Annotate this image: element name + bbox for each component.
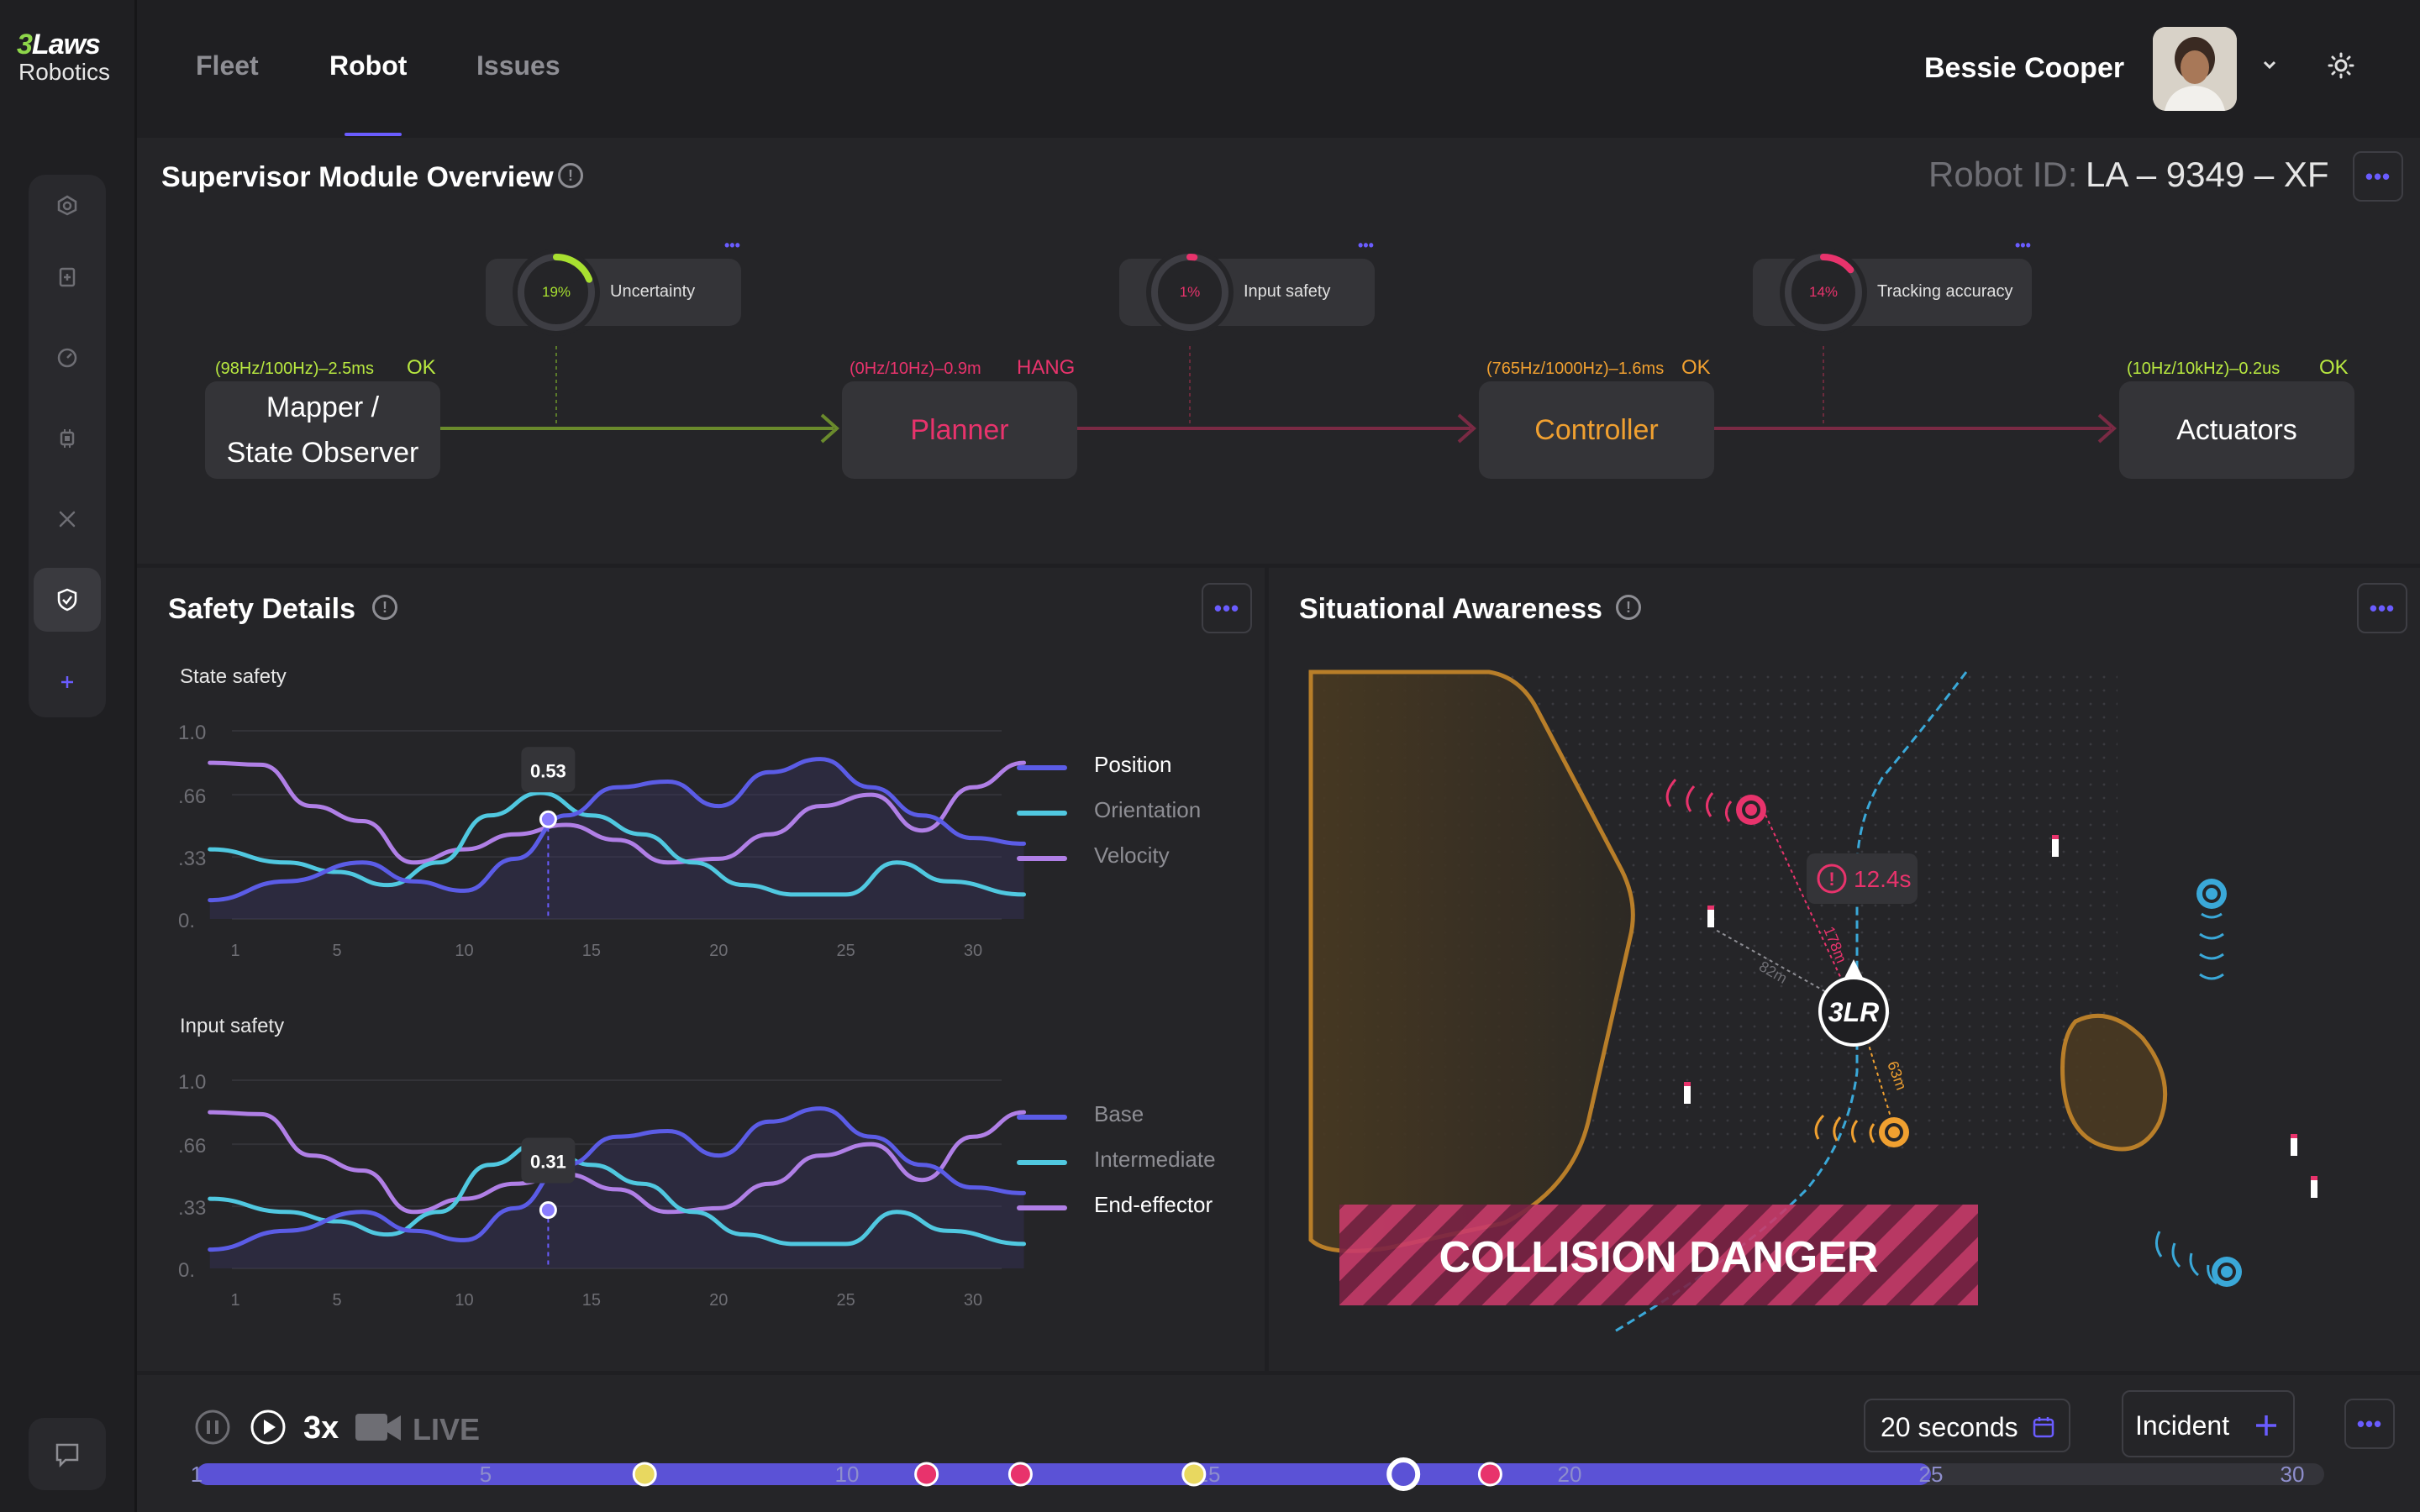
timeline-playhead[interactable] bbox=[1386, 1457, 1421, 1491]
x-tick-label: 10 bbox=[455, 1291, 473, 1310]
more-options-button[interactable]: ••• bbox=[2344, 1399, 2395, 1449]
time-to-collision: 12.4s bbox=[1854, 866, 1912, 892]
legend-swatch bbox=[1017, 1115, 1067, 1120]
timeline-tick: 30 bbox=[2281, 1462, 2305, 1487]
node-status-actuators: OK bbox=[2319, 356, 2349, 379]
legend-label: Position bbox=[1094, 752, 1172, 777]
marker-post bbox=[1707, 906, 1714, 927]
legend-label: Base bbox=[1094, 1101, 1144, 1126]
y-tick-label: .33 bbox=[178, 848, 206, 870]
legend-swatch bbox=[1017, 1160, 1067, 1165]
y-tick-label: 1.0 bbox=[178, 722, 206, 744]
timeline-event-marker[interactable] bbox=[1007, 1462, 1033, 1487]
calendar-icon bbox=[2033, 1417, 2054, 1438]
node-meta-actuators: (10Hz/10kHz)–0.2us bbox=[2127, 360, 2281, 378]
legend-label: Orientation bbox=[1094, 797, 1202, 822]
timeline-tick: 10 bbox=[835, 1462, 860, 1487]
robot-marker-label: 3LR bbox=[1828, 997, 1879, 1027]
tooltip-label: 0.31 bbox=[530, 1152, 566, 1173]
node-status-controller: OK bbox=[1681, 356, 1711, 379]
y-tick-label: .66 bbox=[178, 1135, 206, 1158]
node-meta-controller: (765Hz/1000Hz)–1.6ms bbox=[1486, 360, 1665, 378]
timeline-tick: 5 bbox=[480, 1462, 492, 1487]
gauge-options-icon[interactable]: ••• bbox=[1358, 237, 1374, 255]
x-tick-label: 30 bbox=[964, 1291, 982, 1310]
tooltip-label: 0.53 bbox=[530, 760, 566, 781]
x-tick-label: 15 bbox=[582, 942, 601, 960]
tooltip-point[interactable] bbox=[539, 1201, 557, 1220]
playback-speed[interactable]: 3x bbox=[303, 1410, 339, 1446]
obstacle-pink bbox=[1736, 795, 1766, 825]
timeline-event-marker[interactable] bbox=[914, 1462, 939, 1487]
awareness-map: ! 12.4s 178m 82m 63m 3LR COLLISION DANGE… bbox=[1308, 669, 2317, 1334]
y-tick-label: 1.0 bbox=[178, 1071, 206, 1094]
legend-swatch bbox=[1017, 1205, 1067, 1210]
timeline-progress bbox=[197, 1463, 1931, 1485]
x-tick-label: 30 bbox=[964, 942, 982, 960]
x-tick-label: 25 bbox=[836, 1291, 855, 1310]
legend-swatch bbox=[1017, 856, 1067, 861]
duration-text: 20 seconds bbox=[1881, 1412, 2018, 1442]
marker-post bbox=[1684, 1082, 1691, 1104]
y-tick-label: .66 bbox=[178, 785, 206, 808]
collision-danger-text: COLLISION DANGER bbox=[1439, 1233, 1879, 1282]
node-controller[interactable]: Controller bbox=[1479, 381, 1714, 479]
timeline-event-marker[interactable] bbox=[632, 1462, 657, 1487]
x-tick-label: 10 bbox=[455, 942, 473, 960]
gauge-label-tracking-accuracy: Tracking accuracy bbox=[1877, 282, 2013, 301]
tooltip-point[interactable] bbox=[539, 810, 557, 828]
legend-swatch bbox=[1017, 811, 1067, 816]
x-tick-label: 1 bbox=[230, 1291, 239, 1310]
x-tick-label: 20 bbox=[709, 942, 728, 960]
marker-post bbox=[2311, 1176, 2317, 1198]
timeline-scrubber[interactable]: 1 5 10 15 20 25 30 bbox=[0, 1445, 2420, 1512]
gauge-options-icon[interactable]: ••• bbox=[2015, 237, 2031, 255]
pause-icon bbox=[195, 1410, 230, 1445]
x-tick-label: 20 bbox=[709, 1291, 728, 1310]
x-tick-label: 5 bbox=[333, 1291, 342, 1310]
legend-label: Intermediate bbox=[1094, 1147, 1216, 1172]
timeline-tick: 20 bbox=[1558, 1462, 1582, 1487]
timeline-event-marker[interactable] bbox=[1181, 1462, 1207, 1487]
wake-blue-1 bbox=[2199, 912, 2224, 980]
legend-label: Velocity bbox=[1094, 843, 1170, 868]
y-tick-label: .33 bbox=[178, 1197, 206, 1220]
x-tick-label: 5 bbox=[333, 942, 342, 960]
safety-charts: 1.0.66.330.1 5 10 15 20 25 300.531.0.66.330.1 5… bbox=[178, 722, 1027, 1310]
legend-swatch bbox=[1017, 765, 1067, 770]
obstacle-zone-right bbox=[2060, 1013, 2168, 1152]
marker-post bbox=[2291, 1134, 2297, 1156]
incident-label: Incident bbox=[2135, 1410, 2230, 1441]
obstacle-blue-1 bbox=[2196, 879, 2227, 909]
timeline-event-marker[interactable] bbox=[1477, 1462, 1502, 1487]
play-button[interactable] bbox=[250, 1409, 287, 1450]
x-tick-label: 15 bbox=[582, 1291, 601, 1310]
node-actuators[interactable]: Actuators bbox=[2119, 381, 2354, 479]
y-tick-label: 0. bbox=[178, 1259, 195, 1282]
x-tick-label: 25 bbox=[836, 942, 855, 960]
obstacle-orange bbox=[1879, 1117, 1909, 1147]
timeline-tick: 25 bbox=[1919, 1462, 1944, 1487]
legend-label: End-effector bbox=[1094, 1192, 1213, 1217]
live-button[interactable]: LIVE bbox=[413, 1412, 480, 1447]
alert-icon-mark: ! bbox=[1828, 869, 1834, 890]
pause-button[interactable] bbox=[194, 1409, 231, 1450]
wake-blue-2 bbox=[2155, 1231, 2217, 1285]
x-tick-label: 1 bbox=[230, 942, 239, 960]
play-icon bbox=[250, 1410, 286, 1445]
y-tick-label: 0. bbox=[178, 910, 195, 932]
plus-icon bbox=[2256, 1415, 2276, 1436]
gauge-value-tracking-accuracy: 14% bbox=[1808, 284, 1839, 300]
marker-post bbox=[2052, 835, 2059, 857]
timeline-tick: 1 bbox=[191, 1462, 203, 1487]
